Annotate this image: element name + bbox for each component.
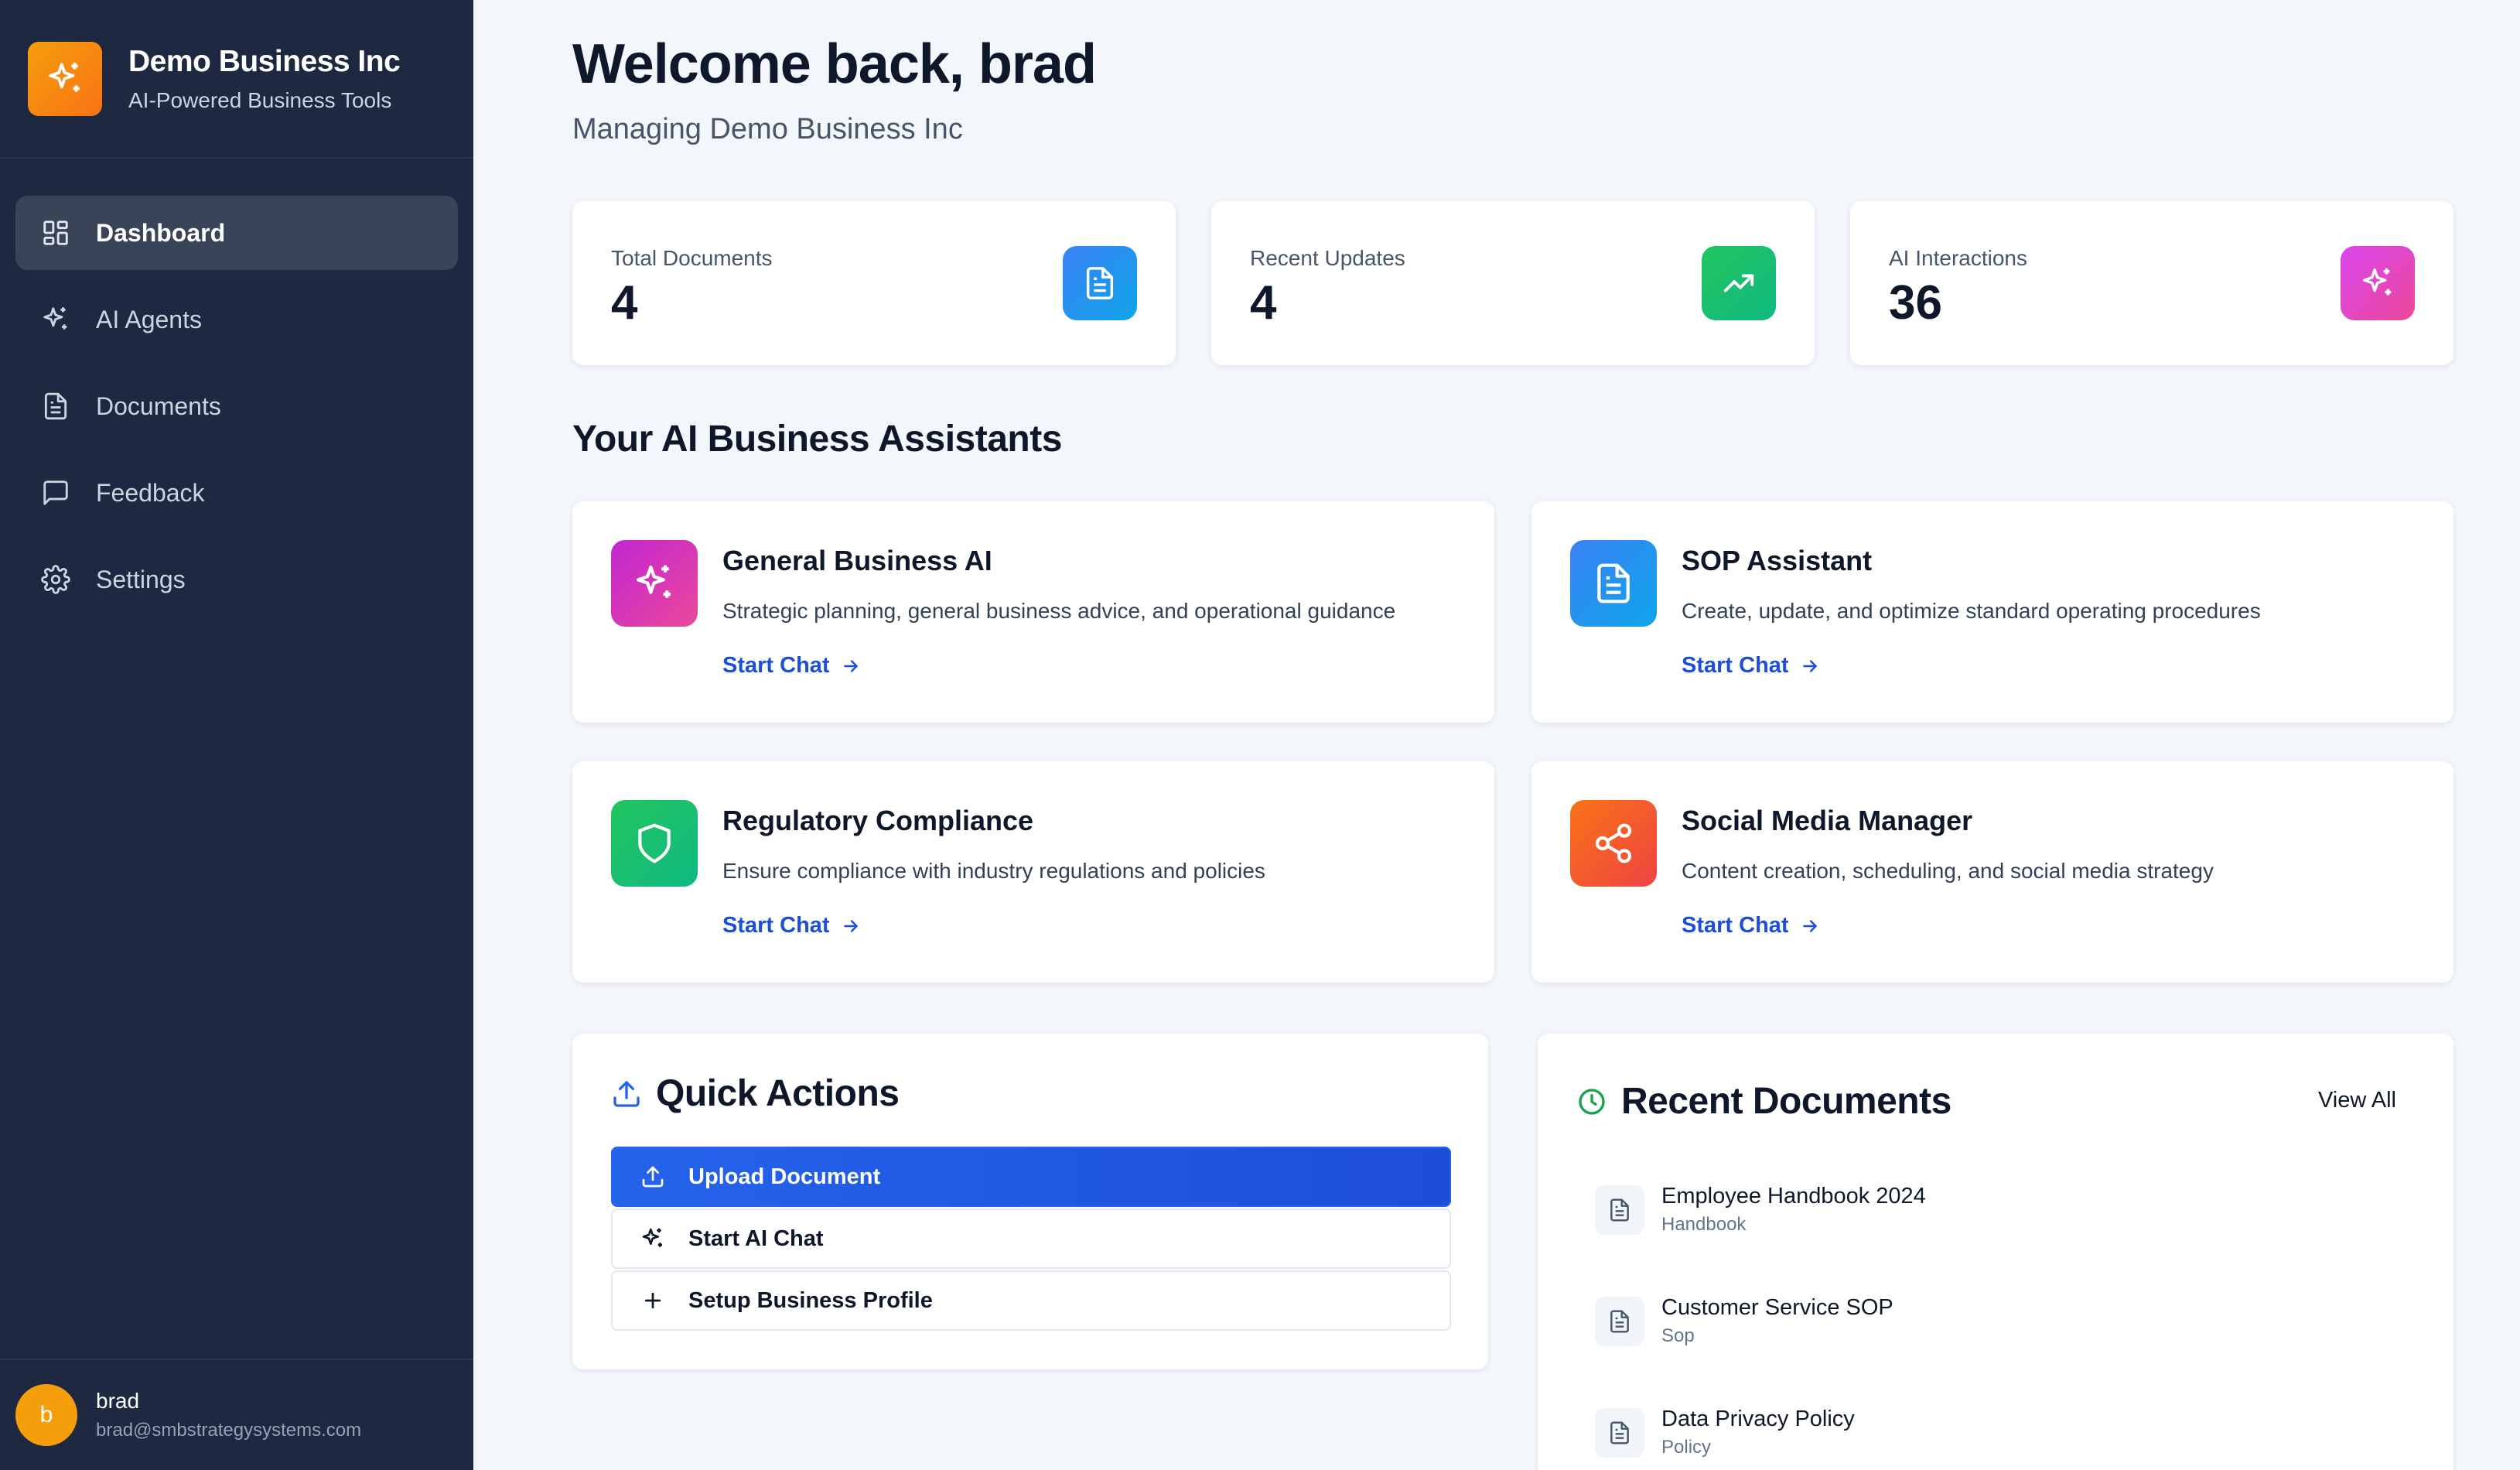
start-chat-label: Start Chat [1682, 913, 1789, 938]
document-type: Handbook [1661, 1214, 1747, 1235]
sidebar-item-documents[interactable]: Documents [15, 369, 458, 443]
list-item[interactable]: Employee Handbook 2024 Handbook [1595, 1184, 1926, 1236]
dashboard-grid-icon [39, 216, 73, 250]
sidebar-item-label: Feedback [96, 478, 205, 507]
recent-documents-panel: Recent Documents View All Employee Handb… [1538, 1034, 2453, 1470]
start-chat-label: Start Chat [722, 653, 830, 678]
assistant-description: Create, update, and optimize standard op… [1682, 599, 2261, 623]
stat-value: 4 [611, 276, 638, 330]
page-title: Welcome back, brad [572, 33, 1097, 95]
sparkles-icon [28, 41, 102, 116]
sidebar-item-label: Settings [96, 565, 186, 593]
share-icon [1570, 800, 1657, 887]
sparkles-icon [2341, 246, 2415, 320]
stat-label: Total Documents [611, 246, 773, 270]
assistant-card-social-media-manager[interactable]: Social Media Manager Content creation, s… [1531, 761, 2453, 983]
arrow-right-icon [843, 919, 858, 932]
assistant-card-general-business-ai[interactable]: General Business AI Strategic planning, … [572, 501, 1494, 723]
sidebar-item-label: Documents [96, 391, 221, 420]
stat-card-total-documents: Total Documents 4 [572, 201, 1176, 365]
sidebar: Demo Business Inc AI-Powered Business To… [0, 0, 473, 1470]
arrow-right-icon [843, 659, 858, 672]
stat-card-ai-interactions: AI Interactions 36 [1850, 201, 2453, 365]
plus-icon [637, 1285, 668, 1316]
document-name: Customer Service SOP [1661, 1295, 1893, 1320]
shield-icon [611, 800, 698, 887]
user-name: brad [96, 1389, 140, 1413]
recent-documents-title-label: Recent Documents [1621, 1081, 1951, 1122]
stat-card-recent-updates: Recent Updates 4 [1211, 201, 1815, 365]
assistant-description: Content creation, scheduling, and social… [1682, 859, 2214, 883]
assistant-name: Social Media Manager [1682, 805, 1973, 836]
start-ai-chat-button[interactable]: Start AI Chat [611, 1208, 1451, 1269]
stat-label: AI Interactions [1889, 246, 2027, 270]
trending-up-icon [1702, 246, 1776, 320]
setup-business-profile-button[interactable]: Setup Business Profile [611, 1270, 1451, 1331]
message-icon [39, 476, 73, 510]
sidebar-item-label: Dashboard [96, 218, 226, 247]
page-subtitle: Managing Demo Business Inc [572, 113, 963, 145]
assistant-card-sop-assistant[interactable]: SOP Assistant Create, update, and optimi… [1531, 501, 2453, 723]
document-type: Policy [1661, 1437, 1712, 1458]
arrow-right-icon [1802, 919, 1817, 932]
sparkles-icon [611, 540, 698, 627]
gear-icon [39, 562, 73, 597]
assistant-description: Strategic planning, general business adv… [722, 599, 1396, 623]
document-name: Employee Handbook 2024 [1661, 1184, 1926, 1208]
start-chat-link[interactable]: Start Chat [722, 653, 861, 679]
view-all-link[interactable]: View All [2318, 1088, 2396, 1113]
assistant-description: Ensure compliance with industry regulati… [722, 859, 1265, 883]
start-chat-label: Start Chat [1682, 653, 1789, 678]
upload-icon [613, 1080, 640, 1107]
sidebar-nav: Dashboard AI Agents Documents Feedback S… [0, 159, 473, 617]
avatar: b [15, 1384, 77, 1446]
document-type: Sop [1661, 1325, 1695, 1346]
start-chat-link[interactable]: Start Chat [1682, 653, 1820, 679]
start-chat-link[interactable]: Start Chat [1682, 913, 1820, 938]
brand-title: Demo Business Inc [128, 44, 401, 78]
arrow-right-icon [1802, 659, 1817, 672]
sidebar-item-dashboard[interactable]: Dashboard [15, 196, 458, 270]
user-profile[interactable]: b brad brad@smbstrategysystems.com [0, 1359, 473, 1470]
recent-documents-title: Recent Documents [1576, 1080, 1951, 1123]
sidebar-item-label: AI Agents [96, 305, 202, 333]
document-icon [1063, 246, 1137, 320]
document-icon [1595, 1185, 1644, 1235]
clock-icon [1579, 1088, 1605, 1115]
document-icon [1595, 1407, 1644, 1458]
list-item[interactable]: Customer Service SOP Sop [1595, 1295, 1893, 1347]
start-ai-chat-label: Start AI Chat [688, 1226, 824, 1251]
document-icon [1595, 1296, 1644, 1346]
list-item[interactable]: Data Privacy Policy Policy [1595, 1407, 1855, 1458]
stat-label: Recent Updates [1250, 246, 1405, 270]
quick-actions-title: Quick Actions [611, 1072, 900, 1115]
start-chat-link[interactable]: Start Chat [722, 913, 861, 938]
assistant-name: Regulatory Compliance [722, 805, 1034, 836]
assistant-name: General Business AI [722, 545, 992, 576]
sparkles-icon [39, 303, 73, 337]
section-title-assistants: Your AI Business Assistants [572, 419, 1062, 460]
assistant-name: SOP Assistant [1682, 545, 1873, 576]
sidebar-item-feedback[interactable]: Feedback [15, 456, 458, 530]
sidebar-item-settings[interactable]: Settings [15, 542, 458, 617]
document-icon [39, 389, 73, 423]
sparkles-icon [637, 1223, 668, 1254]
quick-actions-panel: Quick Actions Upload Document Start AI C… [572, 1034, 1488, 1369]
document-icon [1570, 540, 1657, 627]
upload-document-label: Upload Document [688, 1164, 881, 1189]
quick-actions-title-label: Quick Actions [656, 1073, 900, 1114]
user-email: brad@smbstrategysystems.com [96, 1420, 362, 1441]
upload-document-button[interactable]: Upload Document [611, 1147, 1451, 1207]
document-name: Data Privacy Policy [1661, 1407, 1855, 1431]
upload-icon [637, 1161, 668, 1192]
brand-subtitle: AI-Powered Business Tools [128, 87, 392, 112]
start-chat-label: Start Chat [722, 913, 830, 938]
brand-header: Demo Business Inc AI-Powered Business To… [0, 0, 473, 159]
sidebar-item-ai-agents[interactable]: AI Agents [15, 282, 458, 357]
setup-business-profile-label: Setup Business Profile [688, 1287, 933, 1313]
stat-value: 36 [1889, 276, 1942, 330]
assistant-card-regulatory-compliance[interactable]: Regulatory Compliance Ensure compliance … [572, 761, 1494, 983]
stat-value: 4 [1250, 276, 1277, 330]
